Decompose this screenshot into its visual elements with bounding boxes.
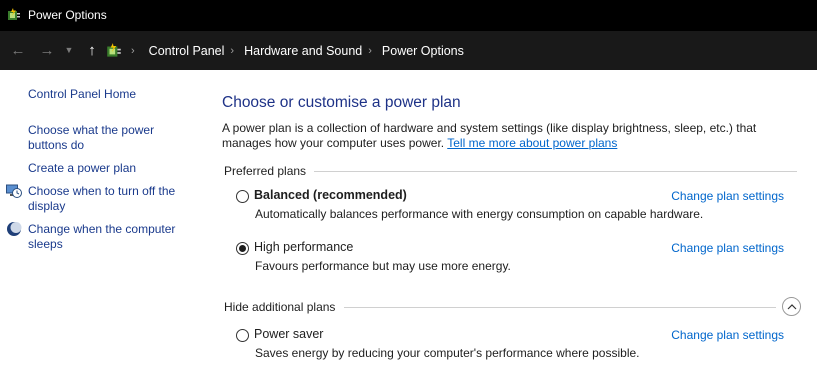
collapse-chevron-up-icon[interactable] <box>782 297 801 316</box>
breadcrumb-separator-icon[interactable]: › <box>368 45 372 57</box>
create-power-plan-link[interactable]: Create a power plan <box>28 161 136 176</box>
plan-high-performance-name[interactable]: High performance <box>254 240 353 254</box>
left-pane: Control Panel Home Choose what the power… <box>0 70 200 381</box>
breadcrumb-item-power-options[interactable]: Power Options <box>382 44 464 58</box>
chevron-up-icon <box>787 303 796 309</box>
breadcrumb: › Control Panel › Hardware and Sound › P… <box>105 31 464 70</box>
power-buttons-link[interactable]: Choose what the power buttons do <box>28 123 168 153</box>
computer-sleeps-link[interactable]: Change when the computer sleeps <box>28 222 188 252</box>
plan-balanced-radio[interactable] <box>236 190 249 203</box>
plan-high-performance-radio[interactable] <box>236 242 249 255</box>
preferred-plans-divider <box>314 171 797 172</box>
window-title: Power Options <box>28 8 107 22</box>
turn-off-display-link[interactable]: Choose when to turn off the display <box>28 184 188 214</box>
plan-power-saver-radio[interactable] <box>236 329 249 342</box>
power-options-icon <box>8 8 20 20</box>
address-bar: ← → ▼ ↑ › Control Panel › Hardware and S… <box>0 31 817 70</box>
page-title: Choose or customise a power plan <box>222 94 461 111</box>
plan-balanced-name[interactable]: Balanced (recommended) <box>254 188 407 202</box>
back-arrow-icon[interactable]: ← <box>8 40 28 60</box>
title-bar: Power Options <box>0 0 817 31</box>
additional-plans-divider <box>344 307 776 308</box>
moon-sleep-icon <box>7 222 22 236</box>
up-arrow-icon[interactable]: ↑ <box>82 40 102 60</box>
intro-text: A power plan is a collection of hardware… <box>222 121 792 151</box>
recent-locations-chevron-icon[interactable]: ▼ <box>62 40 76 60</box>
plan-high-performance-description: Favours performance but may use more ene… <box>255 259 511 273</box>
plan-power-saver-description: Saves energy by reducing your computer's… <box>255 346 640 360</box>
breadcrumb-separator-icon[interactable]: › <box>131 45 135 57</box>
preferred-plans-header: Preferred plans <box>224 164 306 178</box>
additional-plans-label: Hide additional plans <box>224 300 336 314</box>
breadcrumb-item-hardware-and-sound[interactable]: Hardware and Sound <box>244 44 362 58</box>
display-clock-icon <box>6 184 22 198</box>
control-panel-home-link[interactable]: Control Panel Home <box>28 87 136 102</box>
forward-arrow-icon[interactable]: → <box>37 40 57 60</box>
preferred-plans-label: Preferred plans <box>224 164 307 178</box>
plan-balanced-change-settings-link[interactable]: Change plan settings <box>671 189 784 203</box>
plan-power-saver-change-settings-link[interactable]: Change plan settings <box>671 328 784 342</box>
additional-plans-header: Hide additional plans <box>224 300 335 314</box>
breadcrumb-separator-icon[interactable]: › <box>230 45 234 57</box>
control-panel-icon <box>107 42 121 57</box>
plan-balanced-description: Automatically balances performance with … <box>255 207 704 221</box>
power-plans-help-link[interactable]: Tell me more about power plans <box>447 136 617 150</box>
plan-high-performance-change-settings-link[interactable]: Change plan settings <box>671 241 784 255</box>
breadcrumb-item-control-panel[interactable]: Control Panel <box>149 44 225 58</box>
plan-power-saver-name[interactable]: Power saver <box>254 327 323 341</box>
